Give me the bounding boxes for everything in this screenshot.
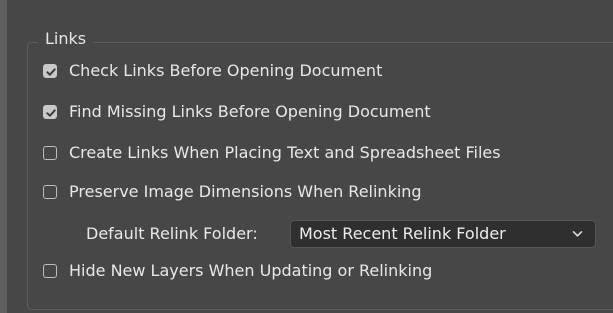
checkbox-unchecked[interactable] [43,264,57,278]
default-relink-folder-select[interactable]: Most Recent Relink Folder [290,220,596,248]
checkmark-icon [46,109,56,117]
checkbox-label: Find Missing Links Before Opening Docume… [69,102,431,121]
links-group-title: Links [38,28,94,50]
checkbox-label: Check Links Before Opening Document [69,61,383,80]
chevron-down-icon [572,231,583,237]
check-links-before-opening-checkbox[interactable]: Check Links Before Opening Document [43,60,382,82]
select-value: Most Recent Relink Folder [299,224,506,243]
checkbox-unchecked[interactable] [43,185,57,199]
checkbox-label: Preserve Image Dimensions When Relinking [69,182,422,201]
checkbox-label: Create Links When Placing Text and Sprea… [69,143,501,162]
checkmark-icon [46,68,56,76]
checkbox-label: Hide New Layers When Updating or Relinki… [69,261,433,280]
checkbox-unchecked[interactable] [43,146,57,160]
preserve-image-dimensions-checkbox[interactable]: Preserve Image Dimensions When Relinking [43,181,422,203]
checkbox-checked[interactable] [43,64,57,78]
hide-new-layers-checkbox[interactable]: Hide New Layers When Updating or Relinki… [43,260,432,282]
preferences-panel: Links Check Links Before Opening Documen… [7,0,613,313]
checkbox-checked[interactable] [43,105,57,119]
find-missing-links-checkbox[interactable]: Find Missing Links Before Opening Docume… [43,101,431,123]
default-relink-folder-label: Default Relink Folder: [86,224,258,243]
create-links-when-placing-checkbox[interactable]: Create Links When Placing Text and Sprea… [43,142,501,164]
